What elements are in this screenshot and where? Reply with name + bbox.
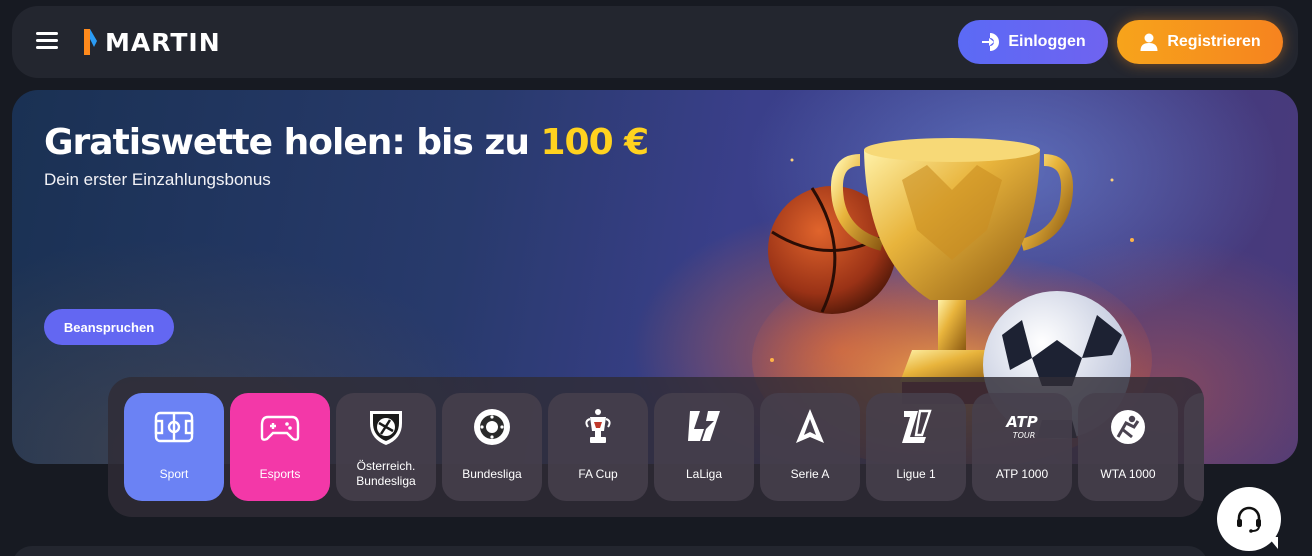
- register-label: Registrieren: [1167, 33, 1261, 50]
- sport-category-bar: Sport Esports Österreich. Bundesliga Bun…: [108, 377, 1204, 517]
- login-label: Einloggen: [1008, 33, 1086, 50]
- brand-logo[interactable]: MARTIN: [84, 24, 221, 60]
- category-label: Esports: [259, 467, 301, 481]
- promo-amount: 100 €: [540, 122, 649, 163]
- category-laliga[interactable]: LaLiga: [654, 393, 754, 501]
- promo-title: Gratiswette holen: bis zu 100 €: [44, 122, 649, 163]
- next-section-edge: [12, 546, 1208, 556]
- category-label: Österreich. Bundesliga: [340, 459, 432, 489]
- category-label: WTA 1000: [1100, 467, 1156, 481]
- claim-button[interactable]: Beanspruchen: [44, 309, 174, 345]
- category-ligue-1[interactable]: Ligue 1: [866, 393, 966, 501]
- category-fa-cup[interactable]: FA Cup: [548, 393, 648, 501]
- register-button[interactable]: Registrieren: [1117, 20, 1283, 64]
- fa-cup-trophy-icon: [585, 409, 611, 443]
- football-field-icon: [154, 411, 194, 443]
- category-wta-1000[interactable]: WTA 1000: [1078, 393, 1178, 501]
- top-header: MARTIN Einloggen Registrieren: [12, 6, 1298, 78]
- wta-logo-icon: [1111, 410, 1145, 444]
- user-icon: [1140, 33, 1158, 51]
- support-bubble-tail: [1268, 537, 1278, 549]
- category-next-partial[interactable]: [1184, 393, 1204, 501]
- category-austrian-bundesliga[interactable]: Österreich. Bundesliga: [336, 393, 436, 501]
- atp-logo-subtext: TOUR: [1013, 431, 1036, 440]
- promo-subtitle: Dein erster Einzahlungsbonus: [44, 170, 271, 189]
- login-button[interactable]: Einloggen: [958, 20, 1108, 64]
- bundesliga-logo-icon: [474, 409, 510, 445]
- brand-name: MARTIN: [105, 27, 221, 57]
- gamepad-icon: [260, 415, 300, 441]
- category-label: LaLiga: [685, 467, 723, 481]
- category-label: Bundesliga: [462, 467, 522, 481]
- atp-logo-text: ATP: [1005, 413, 1037, 431]
- atp-tour-logo-icon: ATP TOUR: [1005, 413, 1037, 440]
- serie-a-logo-icon: [796, 409, 824, 443]
- category-label: Sport: [159, 467, 189, 481]
- category-bundesliga[interactable]: Bundesliga: [442, 393, 542, 501]
- category-label: ATP 1000: [995, 467, 1049, 481]
- promo-title-text: Gratiswette holen: bis zu: [44, 122, 541, 163]
- category-label-line2: Bundesliga: [356, 474, 416, 488]
- laliga-logo-icon: [688, 411, 720, 441]
- category-serie-a[interactable]: Serie A: [760, 393, 860, 501]
- category-label-line1: Österreich.: [356, 459, 416, 473]
- category-label: FA Cup: [578, 467, 618, 481]
- logo-mark-icon: [84, 29, 97, 55]
- category-atp-1000[interactable]: ATP TOUR ATP 1000: [972, 393, 1072, 501]
- hamburger-menu-icon[interactable]: [36, 32, 58, 50]
- category-label: Serie A: [790, 467, 830, 481]
- category-sport[interactable]: Sport: [124, 393, 224, 501]
- ligue-1-logo-icon: [902, 409, 932, 443]
- headset-icon: [1237, 506, 1261, 533]
- login-arrow-icon: [982, 33, 1000, 51]
- category-label: Ligue 1: [896, 467, 936, 481]
- austrian-bundesliga-logo-icon: [370, 411, 402, 445]
- category-esports[interactable]: Esports: [230, 393, 330, 501]
